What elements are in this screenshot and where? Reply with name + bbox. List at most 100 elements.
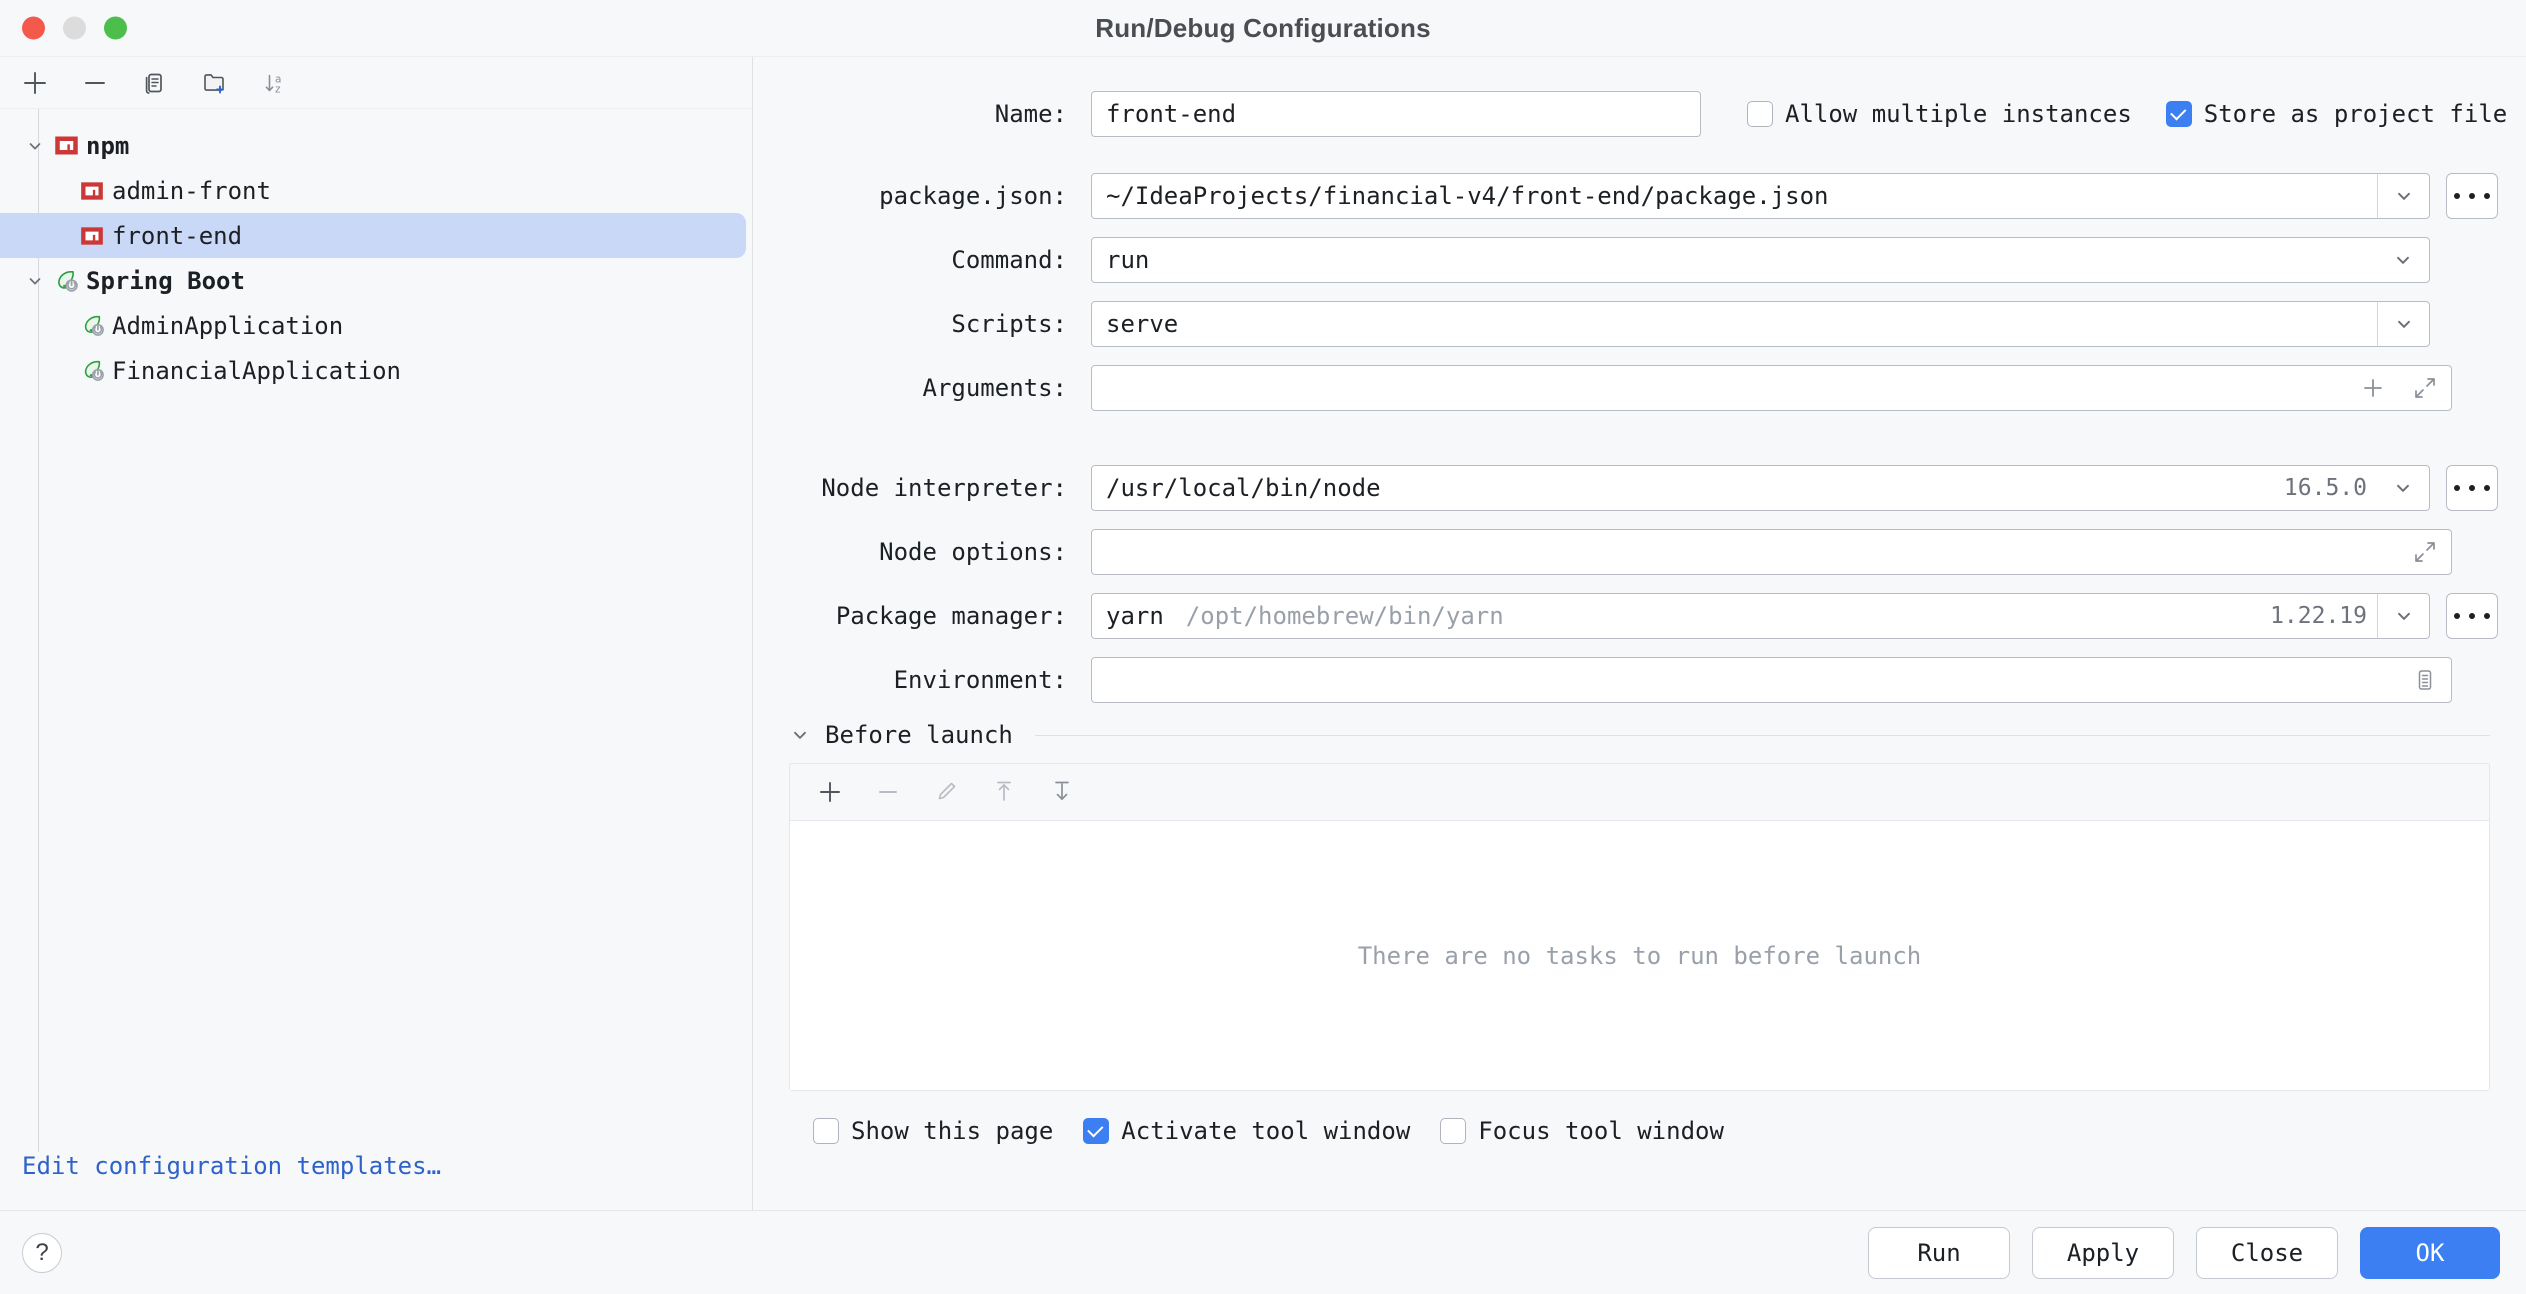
command-controls: run [1091, 237, 2498, 283]
add-configuration-button[interactable] [18, 66, 52, 100]
npm-icon [50, 132, 82, 159]
checkbox-label: Allow multiple instances [1785, 100, 2132, 128]
show-this-page-checkbox[interactable]: Show this page [813, 1117, 1053, 1145]
arguments-row: Arguments: [781, 365, 2498, 411]
zoom-button[interactable] [104, 16, 127, 40]
node-interpreter-row: Node interpreter: /usr/local/bin/node 16… [781, 465, 2498, 511]
chevron-down-icon[interactable] [2377, 174, 2429, 218]
run-debug-configurations-dialog: Run/Debug Configurations a z npm admin-f… [0, 0, 2526, 1294]
configurations-tree[interactable]: npm admin-front front-end Spring Boot Ad… [0, 109, 752, 1152]
close-button[interactable]: Close [2196, 1226, 2338, 1279]
arguments-input[interactable] [1091, 365, 2452, 411]
command-label: Command: [951, 246, 1067, 274]
package-manager-browse-button[interactable] [2446, 593, 2498, 639]
environment-variables-icon[interactable] [2399, 658, 2451, 702]
new-folder-button[interactable] [198, 66, 232, 100]
name-input[interactable]: front-end [1091, 91, 1701, 137]
add-task-button[interactable] [816, 778, 844, 806]
remove-task-button[interactable] [874, 778, 902, 806]
checkbox-box[interactable] [2165, 101, 2192, 127]
move-task-down-button[interactable] [1048, 778, 1076, 806]
checkbox-box[interactable] [1083, 1118, 1110, 1144]
scripts-row: Scripts: serve [781, 301, 2498, 347]
scripts-label: Scripts: [951, 310, 1067, 338]
environment-input[interactable] [1091, 657, 2452, 703]
node-interpreter-value: /usr/local/bin/node [1106, 474, 1381, 502]
command-row: Command: run [781, 237, 2498, 283]
node-interpreter-select[interactable]: /usr/local/bin/node 16.5.0 [1091, 465, 2430, 511]
expand-node-options-icon[interactable] [2399, 530, 2451, 574]
package-json-input[interactable]: ~/IdeaProjects/financial-v4/front-end/pa… [1091, 173, 2430, 219]
chevron-down-icon[interactable] [2377, 466, 2429, 510]
chevron-down-icon[interactable] [789, 724, 811, 746]
checkbox-label: Show this page [851, 1117, 1054, 1145]
move-task-up-button[interactable] [990, 778, 1018, 806]
tree-item-spring-boot[interactable]: Spring Boot [0, 258, 752, 303]
scripts-controls: serve [1091, 301, 2498, 347]
package-manager-select[interactable]: yarn /opt/homebrew/bin/yarn 1.22.19 [1091, 593, 2430, 639]
tree-item-npm[interactable]: npm [0, 123, 752, 168]
before-launch-header[interactable]: Before launch [789, 721, 2498, 749]
node-interpreter-label: Node interpreter: [821, 474, 1067, 502]
copy-configuration-button[interactable] [138, 66, 172, 100]
focus-tool-window-checkbox[interactable]: Focus tool window [1440, 1117, 1724, 1145]
edit-configuration-templates-link[interactable]: Edit configuration templates… [22, 1152, 441, 1180]
ellipsis-icon [2454, 485, 2490, 491]
sort-alphabetically-button[interactable]: a z [258, 66, 292, 100]
name-controls: front-end Allow multiple instances Store… [1091, 91, 2507, 137]
store-as-project-file-checkbox[interactable]: Store as project file [2165, 99, 2526, 129]
tree-item-label: Spring Boot [86, 266, 245, 295]
before-launch-panel: There are no tasks to run before launch [789, 763, 2490, 1091]
edit-task-button[interactable] [932, 778, 960, 806]
spring-boot-icon [76, 312, 108, 339]
chevron-down-icon[interactable] [2377, 302, 2429, 346]
tree-item-admin-front[interactable]: admin-front [0, 168, 752, 213]
before-launch-empty-message: There are no tasks to run before launch [1357, 941, 1922, 970]
allow-multiple-instances-checkbox[interactable]: Allow multiple instances [1747, 100, 2132, 128]
add-argument-icon[interactable] [2347, 366, 2399, 410]
window-controls [22, 16, 127, 40]
remove-configuration-button[interactable] [78, 66, 112, 100]
package-json-controls: ~/IdeaProjects/financial-v4/front-end/pa… [1091, 173, 2498, 219]
chevron-down-icon[interactable] [20, 136, 50, 156]
node-options-controls [1091, 529, 2498, 575]
node-options-input[interactable] [1091, 529, 2452, 575]
before-launch-checkbox-row: Show this page Activate tool window Focu… [813, 1117, 2498, 1145]
package-manager-controls: yarn /opt/homebrew/bin/yarn 1.22.19 [1091, 593, 2498, 639]
section-divider [1034, 734, 2490, 736]
tree-item-front-end[interactable]: front-end [0, 213, 746, 258]
before-launch-toolbar [790, 764, 2489, 820]
node-options-label: Node options: [879, 538, 1067, 566]
checkbox-box[interactable] [1747, 101, 1773, 127]
before-launch-task-list[interactable]: There are no tasks to run before launch [790, 820, 2489, 1090]
ellipsis-icon [2454, 613, 2490, 619]
tree-item-adminapplication[interactable]: AdminApplication [0, 303, 752, 348]
apply-button[interactable]: Apply [2032, 1226, 2174, 1279]
chevron-down-icon[interactable] [20, 271, 50, 291]
checkbox-box[interactable] [1440, 1118, 1467, 1144]
checkbox-label: Store as project file [2203, 100, 2508, 128]
name-label: Name: [994, 100, 1067, 128]
tree-item-financialapplication[interactable]: FinancialApplication [0, 348, 752, 393]
close-button[interactable] [22, 16, 45, 40]
checkbox-label: Activate tool window [1121, 1117, 1411, 1145]
sidebar-toolbar: a z [0, 57, 752, 109]
configuration-form: Name: front-end Allow multiple instances [753, 57, 2526, 1210]
chevron-down-icon[interactable] [2377, 594, 2429, 638]
checkbox-box[interactable] [813, 1118, 839, 1144]
activate-tool-window-checkbox[interactable]: Activate tool window [1083, 1117, 1410, 1145]
expand-arguments-icon[interactable] [2399, 366, 2451, 410]
minimize-button[interactable] [63, 16, 86, 40]
node-interpreter-version: 16.5.0 [2283, 475, 2367, 501]
arguments-controls [1091, 365, 2498, 411]
help-button[interactable]: ? [22, 1232, 62, 1273]
command-value: run [1106, 246, 1150, 274]
scripts-select[interactable]: serve [1091, 301, 2430, 347]
package-json-browse-button[interactable] [2446, 173, 2498, 219]
arguments-label: Arguments: [922, 374, 1068, 402]
node-interpreter-browse-button[interactable] [2446, 465, 2498, 511]
ok-button[interactable]: OK [2360, 1226, 2500, 1279]
command-select[interactable]: run [1091, 237, 2430, 283]
run-button[interactable]: Run [1868, 1226, 2010, 1279]
chevron-down-icon[interactable] [2377, 238, 2429, 282]
